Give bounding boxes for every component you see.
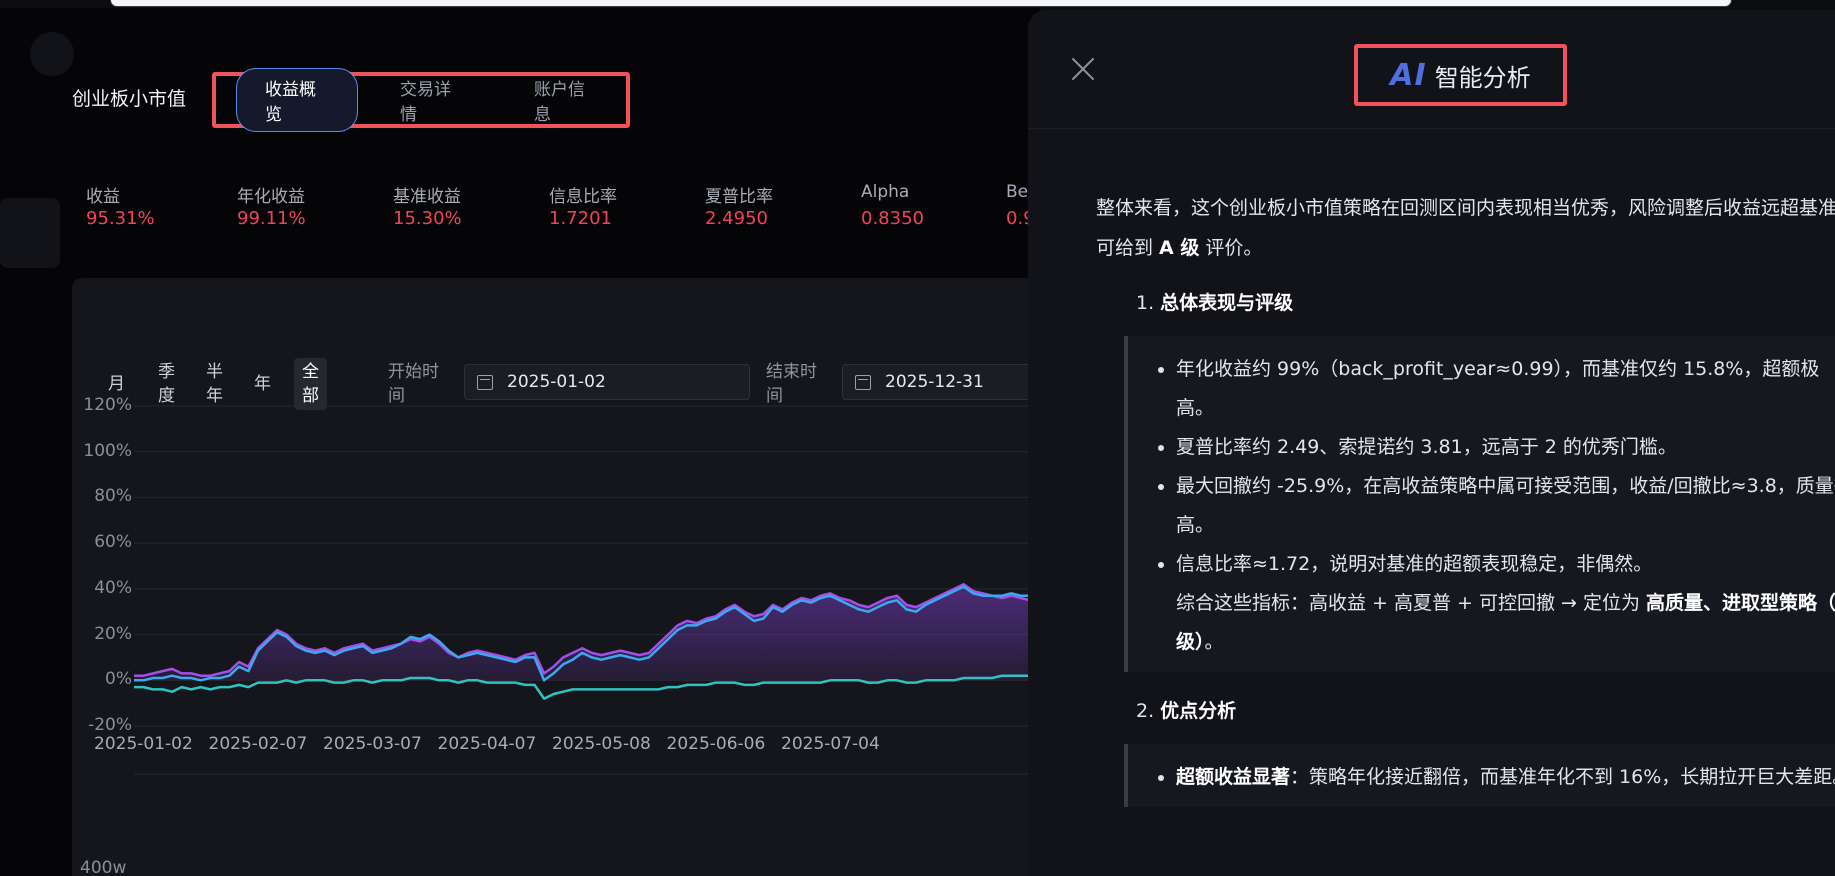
return-line-chart	[134, 405, 1040, 775]
strategy-main-pane: 创业板小市值 收益概览 交易详情 账户信息 收益 95.31% 年化收益 99.…	[0, 8, 1040, 876]
return-chart-card: 月 季度 半年 年 全部 开始时间 结束时间 120%100%80%60%40%…	[72, 278, 1040, 876]
ai-analysis-panel: AI 智能分析 整体来看，这个创业板小市值策略在回测区间内表现相当优秀，风险调整…	[1028, 10, 1835, 876]
metric-annual-return: 年化收益 99.11%	[237, 187, 306, 229]
ai-panel-header: AI 智能分析	[1028, 10, 1835, 129]
section-title-strengths: 2. 优点分析	[1136, 700, 1237, 722]
overall-summary: 综合这些指标：高收益 + 高夏普 + 可控回撤 → 定位为 高质量、进取型策略（…	[1176, 592, 1835, 653]
list-item: 最大回撤约 -25.9%，在高收益策略中属可接受范围，收益/回撤比≈3.8，质量…	[1176, 467, 1835, 545]
metric-alpha: Alpha 0.8350	[861, 182, 924, 229]
ai-analysis-content: 整体来看，这个创业板小市值策略在回测区间内表现相当优秀，风险调整后收益远超基准，…	[1096, 188, 1835, 807]
metric-sharpe-ratio: 夏普比率 2.4950	[705, 187, 773, 229]
tab-trade-details[interactable]: 交易详情	[372, 68, 492, 132]
section-overall-quote: 年化收益约 99%（back_profit_year≈0.99），而基准仅约 1…	[1124, 336, 1835, 672]
browser-top-bar	[110, 0, 1732, 7]
blurred-avatar	[30, 32, 74, 76]
strategy-name: 创业板小市值	[72, 88, 187, 110]
series-area-fill	[134, 584, 1040, 681]
list-item: 年化收益约 99%（back_profit_year≈0.99），而基准仅约 1…	[1176, 350, 1835, 428]
blurred-sidebar-block	[0, 198, 60, 268]
metric-benchmark-return: 基准收益 15.30%	[393, 187, 462, 229]
metrics-row: 收益 95.31% 年化收益 99.11% 基准收益 15.30% 信息比率 1…	[86, 182, 1040, 229]
analysis-intro: 整体来看，这个创业板小市值策略在回测区间内表现相当优秀，风险调整后收益远超基准，…	[1096, 197, 1835, 259]
list-item: 信息比率≈1.72，说明对基准的超额表现稳定，非偶然。	[1176, 545, 1835, 584]
tab-account-info[interactable]: 账户信息	[506, 68, 626, 132]
metric-information-ratio: 信息比率 1.7201	[549, 187, 617, 229]
section-strengths-quote: 超额收益显著：策略年化接近翻倍，而基准年化不到 16%，长期拉开巨大差距。	[1124, 744, 1835, 807]
close-icon[interactable]	[1070, 56, 1096, 82]
ai-panel-title: 智能分析	[1434, 63, 1531, 92]
metric-return: 收益 95.31%	[86, 187, 155, 229]
lower-axis-label: 400w	[80, 858, 127, 876]
tab-return-overview[interactable]: 收益概览	[236, 68, 358, 132]
section-title-overall: 1. 总体表现与评级	[1136, 292, 1294, 314]
ai-title-box: AI 智能分析	[1354, 44, 1567, 106]
list-item: 夏普比率约 2.49、索提诺约 3.81，远高于 2 的优秀门槛。	[1176, 428, 1835, 467]
overview-tabs: 收益概览 交易详情 账户信息	[212, 68, 630, 132]
ai-logo: AI	[1390, 57, 1427, 93]
list-item: 超额收益显著：策略年化接近翻倍，而基准年化不到 16%，长期拉开巨大差距。	[1176, 758, 1835, 797]
